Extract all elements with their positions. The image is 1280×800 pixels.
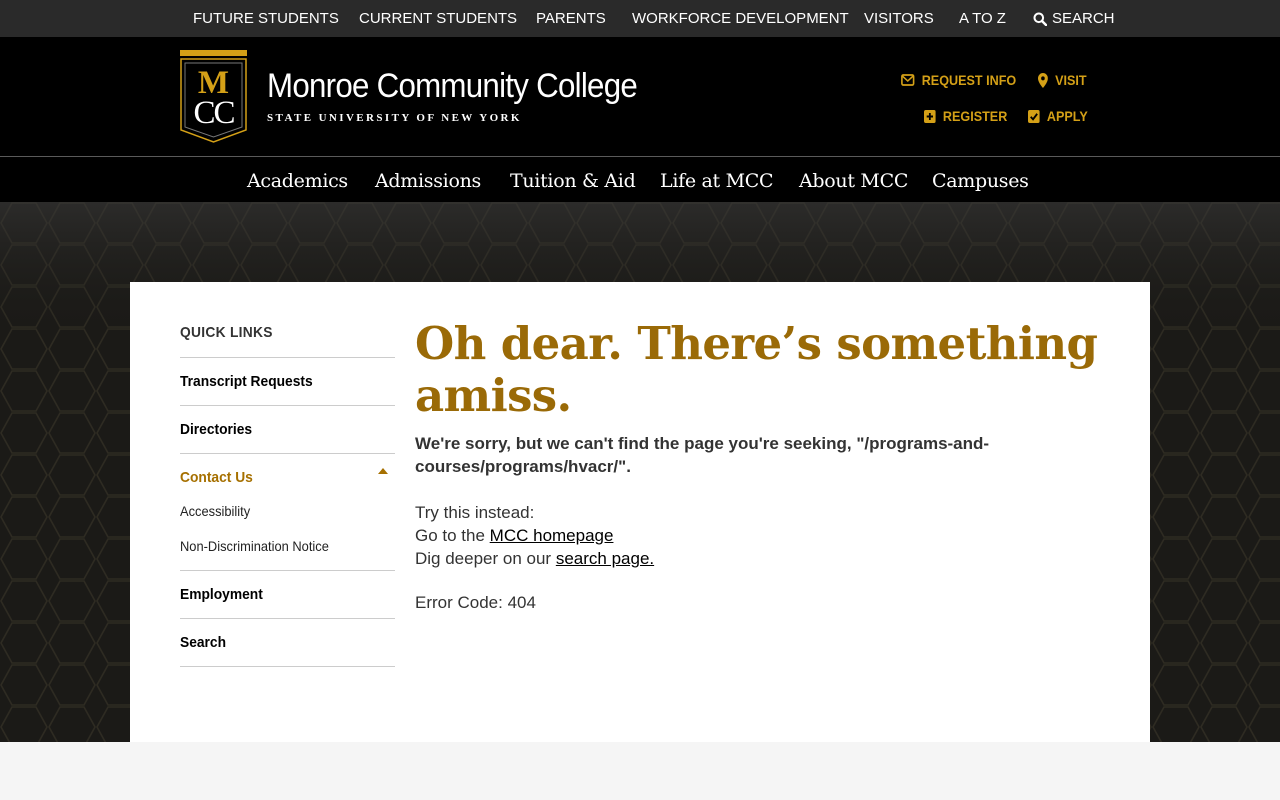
nav-admissions[interactable]: Admissions — [375, 157, 481, 202]
search-page-line: Dig deeper on our search page. — [415, 549, 654, 569]
error-code: Error Code: 404 — [415, 593, 536, 612]
request-info-link[interactable]: REQUEST INFO — [901, 72, 1016, 88]
utility-parents[interactable]: PARENTS — [536, 0, 606, 37]
brand-name[interactable]: Monroe Community College — [267, 67, 638, 106]
site-header: M CC Monroe Community College STATE UNIV… — [0, 37, 1280, 157]
nav-about-mcc[interactable]: About MCC — [799, 157, 908, 202]
register-label: REGISTER — [942, 108, 1008, 124]
svg-text:CC: CC — [193, 95, 234, 131]
accessibility-link[interactable]: Accessibility — [180, 503, 250, 519]
search-page-link[interactable]: search page. — [556, 549, 654, 568]
nav-academics[interactable]: Academics — [247, 157, 348, 202]
sidebar-item-search: Search — [180, 618, 395, 667]
apply-label: APPLY — [1046, 108, 1088, 124]
sidebar-item-directories: Directories — [180, 405, 395, 453]
register-link[interactable]: REGISTER — [924, 108, 1007, 124]
content-card: QUICK LINKS Transcript Requests Director… — [130, 282, 1150, 742]
transcript-requests-link[interactable]: Transcript Requests — [180, 373, 378, 390]
utility-a-to-z[interactable]: A TO Z — [959, 0, 1006, 37]
error-message: We're sorry, but we can't find the page … — [415, 434, 990, 476]
homepage-line: Go to the MCC homepage — [415, 526, 613, 546]
quick-links-heading: QUICK LINKS — [180, 324, 273, 341]
utility-workforce-development[interactable]: WORKFORCE DEVELOPMENT — [632, 0, 849, 37]
request-info-label: REQUEST INFO — [921, 72, 1017, 88]
nav-campuses[interactable]: Campuses — [932, 157, 1029, 202]
utility-future-students[interactable]: FUTURE STUDENTS — [193, 0, 339, 37]
search-icon — [1033, 12, 1047, 26]
sidebar-item-transcript-requests: Transcript Requests — [180, 357, 395, 405]
brand-subtitle: STATE UNIVERSITY OF NEW YORK — [267, 112, 522, 124]
envelope-icon — [901, 74, 915, 86]
search-label: SEARCH — [1052, 10, 1115, 27]
mcc-logo[interactable]: M CC — [180, 50, 247, 143]
visit-link[interactable]: VISIT — [1038, 72, 1087, 88]
utility-visitors[interactable]: VISITORS — [864, 0, 934, 37]
utility-current-students[interactable]: CURRENT STUDENTS — [359, 0, 517, 37]
utility-nav: FUTURE STUDENTS CURRENT STUDENTS PARENTS… — [0, 0, 1280, 37]
try-this-text: Try this instead: — [415, 503, 535, 522]
nav-tuition-aid[interactable]: Tuition & Aid — [510, 157, 636, 202]
search-page-prefix: Dig deeper on our — [415, 549, 556, 568]
nav-life-at-mcc[interactable]: Life at MCC — [660, 157, 774, 202]
homepage-prefix: Go to the — [415, 526, 490, 545]
visit-label: VISIT — [1055, 72, 1087, 88]
non-discrimination-notice-link[interactable]: Non-Discrimination Notice — [180, 538, 329, 554]
chevron-up-icon[interactable] — [378, 468, 388, 474]
apply-link[interactable]: APPLY — [1028, 108, 1088, 124]
utility-search-link[interactable]: SEARCH — [1033, 0, 1115, 37]
map-marker-icon — [1038, 72, 1048, 88]
check-square-icon — [1028, 109, 1040, 123]
main-nav: Academics Admissions Tuition & Aid Life … — [0, 157, 1280, 202]
directories-link[interactable]: Directories — [180, 421, 378, 438]
footer-strip — [0, 742, 1280, 800]
sidebar-item-employment: Employment — [180, 570, 395, 618]
plus-square-icon — [924, 109, 936, 123]
employment-link[interactable]: Employment — [180, 586, 378, 603]
search-link[interactable]: Search — [180, 634, 378, 651]
contact-us-link[interactable]: Contact Us — [180, 469, 378, 486]
mcc-homepage-link[interactable]: MCC homepage — [490, 526, 614, 545]
page-title: Oh dear. There’s something amiss. — [415, 317, 1098, 422]
